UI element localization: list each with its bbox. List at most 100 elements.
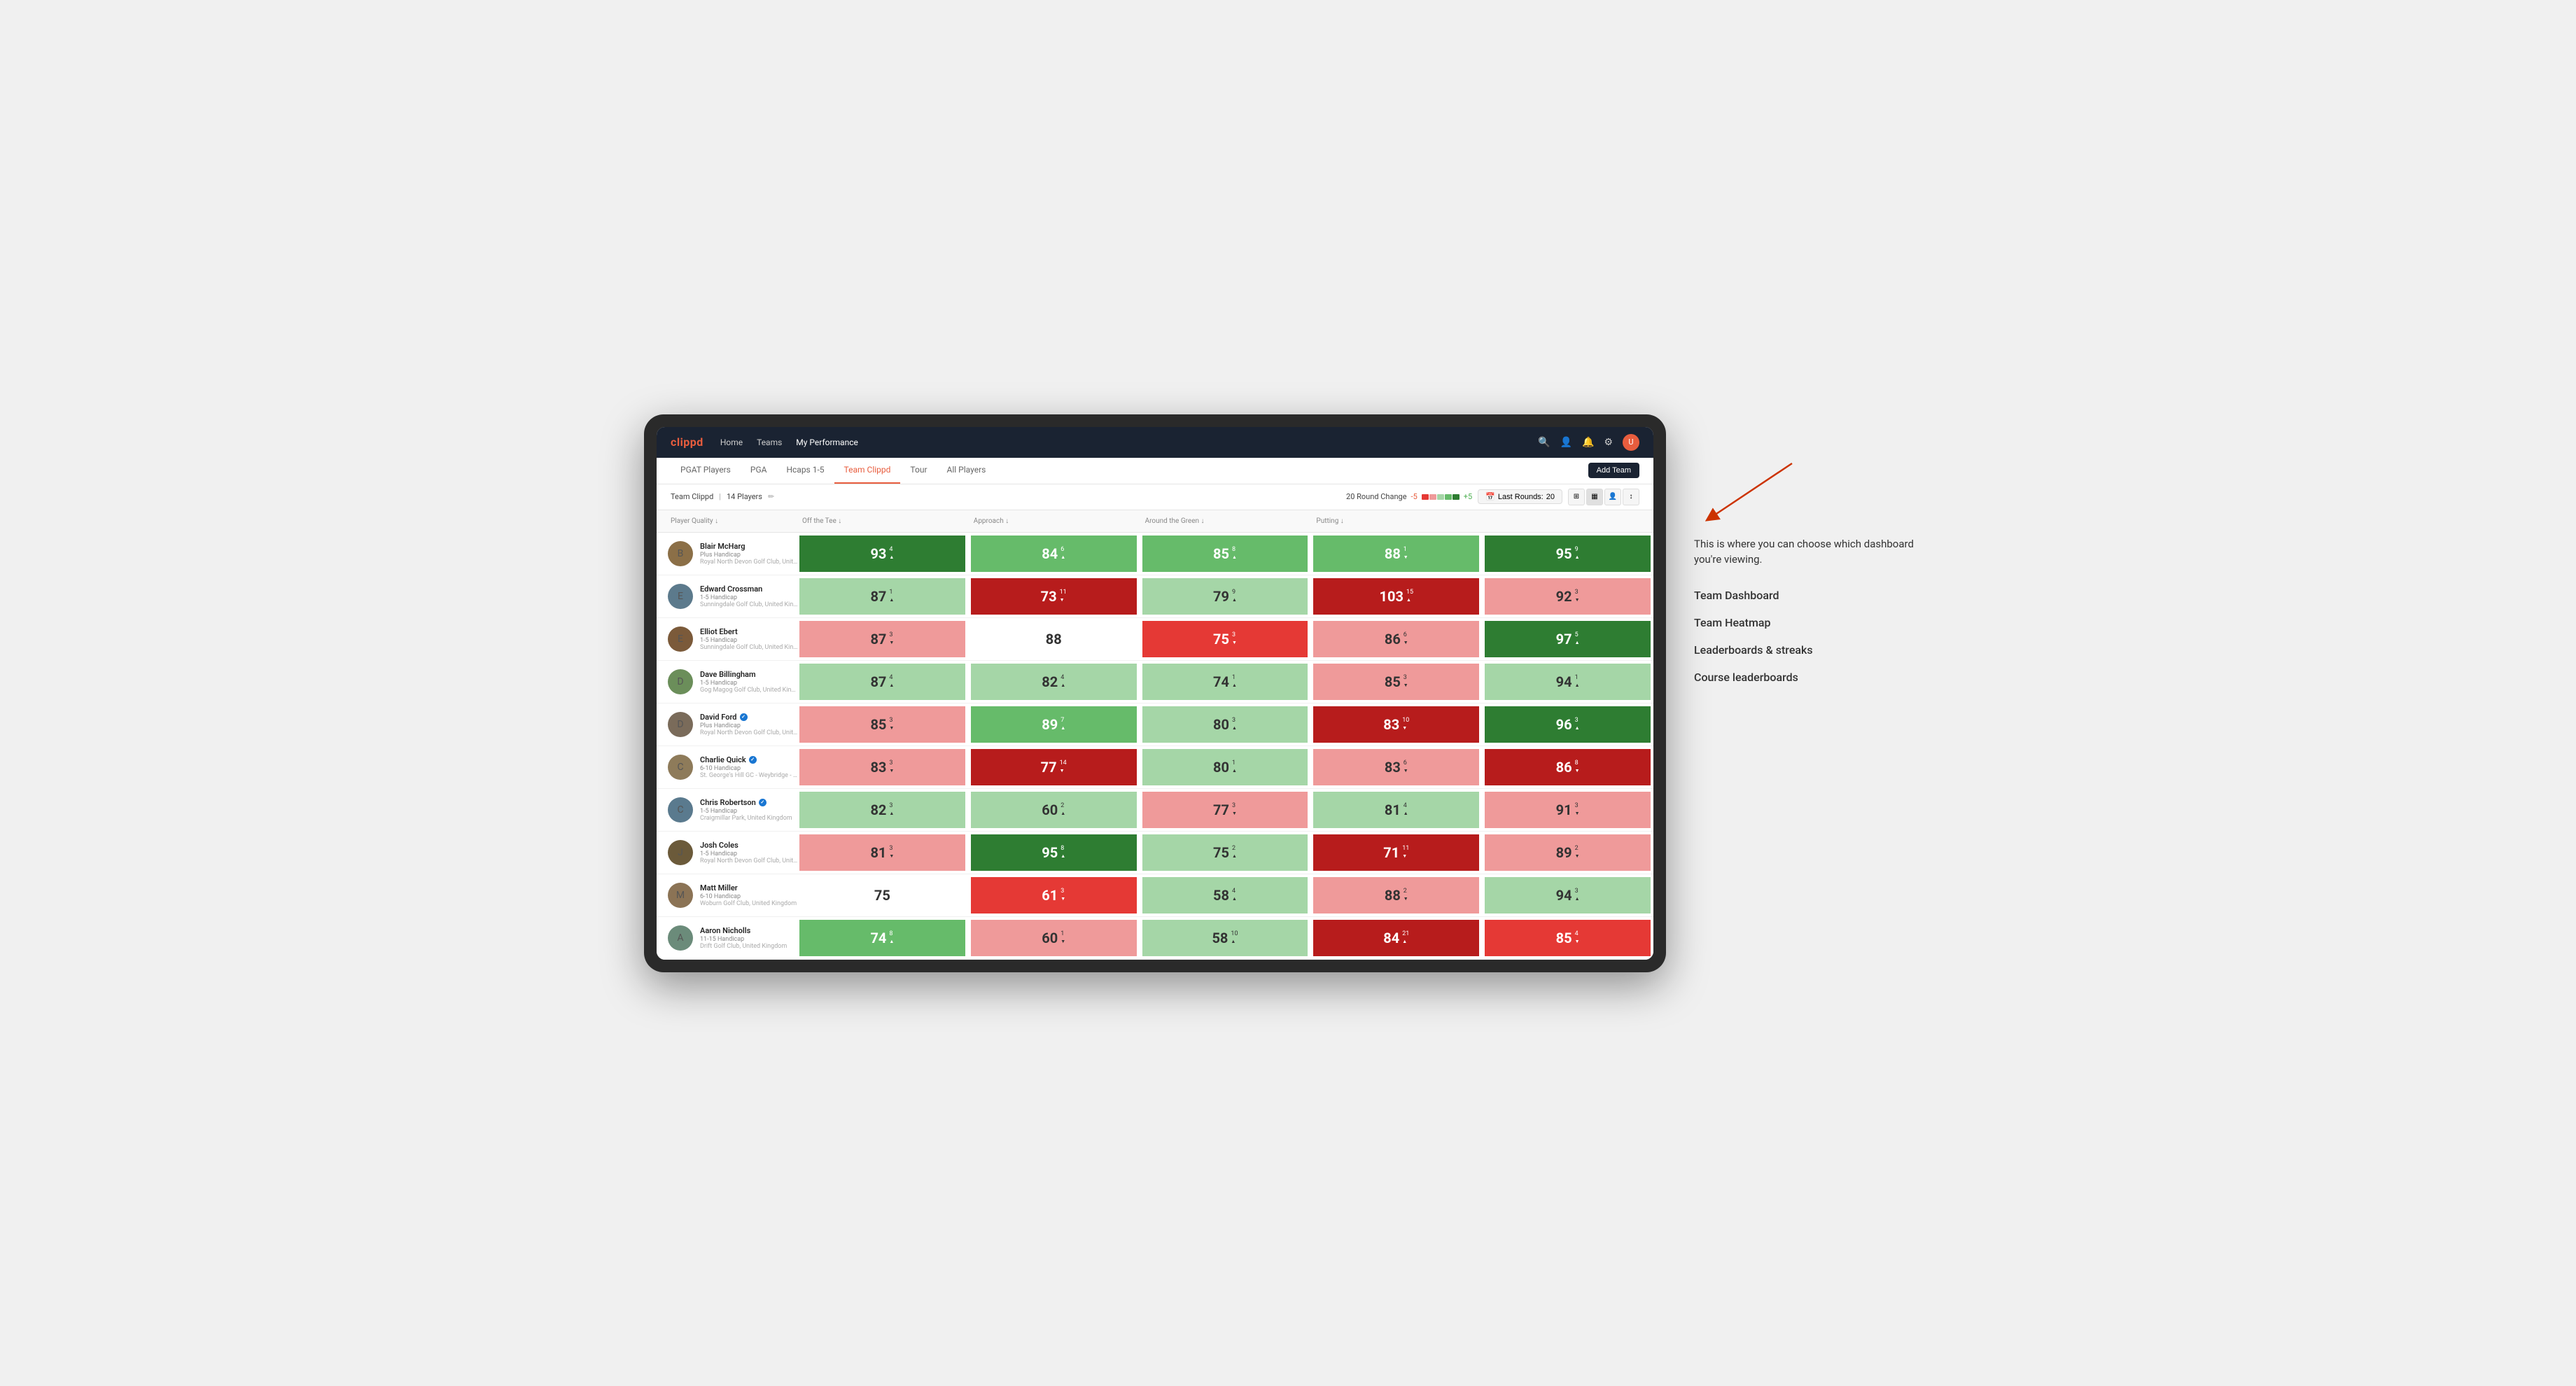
- score-cell[interactable]: 958: [968, 832, 1140, 874]
- player-name: Aaron Nicholls: [700, 926, 787, 935]
- score-value: 95: [1556, 545, 1572, 562]
- player-handicap: 1-5 Handicap: [700, 637, 798, 644]
- nav-my-performance[interactable]: My Performance: [796, 438, 858, 447]
- score-cell[interactable]: 833: [797, 746, 968, 788]
- arrow-up-icon: [889, 554, 894, 561]
- player-info[interactable]: BBlair McHargPlus HandicapRoyal North De…: [657, 533, 797, 575]
- player-info[interactable]: EElliot Ebert1-5 HandicapSunningdale Gol…: [657, 618, 797, 660]
- score-cell[interactable]: 8310: [1310, 704, 1482, 746]
- add-team-button[interactable]: Add Team: [1588, 463, 1639, 478]
- score-cell[interactable]: 943: [1482, 874, 1653, 916]
- player-avatar: J: [668, 840, 693, 865]
- settings-icon[interactable]: ⚙: [1604, 437, 1613, 448]
- score-cell[interactable]: 975: [1482, 618, 1653, 660]
- score-cell[interactable]: 741: [1140, 661, 1311, 703]
- player-info[interactable]: EEdward Crossman1-5 HandicapSunningdale …: [657, 575, 797, 617]
- player-info[interactable]: DDavid Ford✓Plus HandicapRoyal North Dev…: [657, 704, 797, 746]
- score-cell[interactable]: 7714: [968, 746, 1140, 788]
- score-cell[interactable]: 8421: [1310, 917, 1482, 959]
- score-cell[interactable]: 824: [968, 661, 1140, 703]
- col-player-quality[interactable]: Player Quality ↓: [657, 514, 797, 528]
- score-cell[interactable]: 748: [797, 917, 968, 959]
- sub-nav-all-players[interactable]: All Players: [937, 458, 996, 484]
- view-heatmap-icon[interactable]: ▦: [1586, 489, 1603, 505]
- score-cell[interactable]: 801: [1140, 746, 1311, 788]
- col-off-tee[interactable]: Off the Tee ↓: [797, 514, 968, 528]
- score-cell[interactable]: 963: [1482, 704, 1653, 746]
- nav-home[interactable]: Home: [720, 438, 743, 447]
- score-cell[interactable]: 923: [1482, 575, 1653, 617]
- score-cell[interactable]: 10315: [1310, 575, 1482, 617]
- player-avatar: D: [668, 669, 693, 694]
- score-cell[interactable]: 853: [797, 704, 968, 746]
- view-grid-icon[interactable]: ⊞: [1568, 489, 1585, 505]
- player-info[interactable]: DDave Billingham1-5 HandicapGog Magog Go…: [657, 661, 797, 703]
- score-cell[interactable]: 799: [1140, 575, 1311, 617]
- score-cell[interactable]: 75: [797, 874, 968, 916]
- sub-nav-hcaps[interactable]: Hcaps 1-5: [776, 458, 834, 484]
- profile-icon[interactable]: 👤: [1560, 437, 1572, 448]
- score-value: 83: [1383, 716, 1399, 733]
- score-cell[interactable]: 613: [968, 874, 1140, 916]
- score-cell[interactable]: 602: [968, 789, 1140, 831]
- score-cell[interactable]: 773: [1140, 789, 1311, 831]
- last-rounds-button[interactable]: 📅 Last Rounds: 20: [1478, 489, 1562, 504]
- score-delta: 3: [1232, 717, 1236, 724]
- score-cell[interactable]: 941: [1482, 661, 1653, 703]
- view-sort-icon[interactable]: ↕: [1623, 489, 1639, 505]
- score-delta: 2: [1232, 845, 1236, 852]
- score-cell[interactable]: 836: [1310, 746, 1482, 788]
- score-cell[interactable]: 913: [1482, 789, 1653, 831]
- search-icon[interactable]: 🔍: [1538, 437, 1550, 448]
- player-info[interactable]: AAaron Nicholls11-15 HandicapDrift Golf …: [657, 917, 797, 959]
- user-avatar[interactable]: U: [1623, 434, 1639, 451]
- player-info[interactable]: CChris Robertson✓1-5 HandicapCraigmillar…: [657, 789, 797, 831]
- score-cell[interactable]: 752: [1140, 832, 1311, 874]
- score-cell[interactable]: 871: [797, 575, 968, 617]
- score-cell[interactable]: 813: [797, 832, 968, 874]
- sub-nav-team-clippd[interactable]: Team Clippd: [834, 458, 901, 484]
- score-cell[interactable]: 868: [1482, 746, 1653, 788]
- score-cell[interactable]: 882: [1310, 874, 1482, 916]
- score-cell[interactable]: 7111: [1310, 832, 1482, 874]
- score-cell[interactable]: 881: [1310, 533, 1482, 575]
- player-info[interactable]: CCharlie Quick✓6-10 HandicapSt. George's…: [657, 746, 797, 788]
- col-around-green[interactable]: Around the Green ↓: [1140, 514, 1311, 528]
- view-person-icon[interactable]: 👤: [1604, 489, 1621, 505]
- score-delta: 10: [1402, 717, 1409, 724]
- sub-nav-pga[interactable]: PGA: [741, 458, 777, 484]
- score-cell[interactable]: 897: [968, 704, 1140, 746]
- player-info[interactable]: JJosh Coles1-5 HandicapRoyal North Devon…: [657, 832, 797, 874]
- player-info[interactable]: MMatt Miller6-10 HandicapWoburn Golf Clu…: [657, 874, 797, 916]
- score-cell[interactable]: 874: [797, 661, 968, 703]
- score-cell[interactable]: 858: [1140, 533, 1311, 575]
- score-cell[interactable]: 873: [797, 618, 968, 660]
- score-cell[interactable]: 7311: [968, 575, 1140, 617]
- nav-teams[interactable]: Teams: [757, 438, 782, 447]
- score-cell[interactable]: 5810: [1140, 917, 1311, 959]
- sub-nav-tour[interactable]: Tour: [900, 458, 937, 484]
- score-cell[interactable]: 803: [1140, 704, 1311, 746]
- score-cell[interactable]: 753: [1140, 618, 1311, 660]
- player-name: Blair McHarg: [700, 542, 798, 551]
- score-cell[interactable]: 892: [1482, 832, 1653, 874]
- score-cell[interactable]: 846: [968, 533, 1140, 575]
- col-approach[interactable]: Approach ↓: [968, 514, 1140, 528]
- score-cell[interactable]: 601: [968, 917, 1140, 959]
- score-cell[interactable]: 934: [797, 533, 968, 575]
- score-cell[interactable]: 866: [1310, 618, 1482, 660]
- edit-icon[interactable]: ✏: [768, 492, 774, 501]
- score-cell[interactable]: 959: [1482, 533, 1653, 575]
- bell-icon[interactable]: 🔔: [1582, 437, 1594, 448]
- last-rounds-value: 20: [1546, 493, 1555, 501]
- score-cell[interactable]: 814: [1310, 789, 1482, 831]
- sub-nav-pgat[interactable]: PGAT Players: [671, 458, 741, 484]
- score-cell[interactable]: 88: [968, 618, 1140, 660]
- col-putting[interactable]: Putting ↓: [1310, 514, 1482, 528]
- score-cell[interactable]: 823: [797, 789, 968, 831]
- score-cell[interactable]: 854: [1482, 917, 1653, 959]
- score-change: 4: [1404, 802, 1408, 817]
- score-box: 773: [1142, 792, 1308, 828]
- score-cell[interactable]: 853: [1310, 661, 1482, 703]
- score-cell[interactable]: 584: [1140, 874, 1311, 916]
